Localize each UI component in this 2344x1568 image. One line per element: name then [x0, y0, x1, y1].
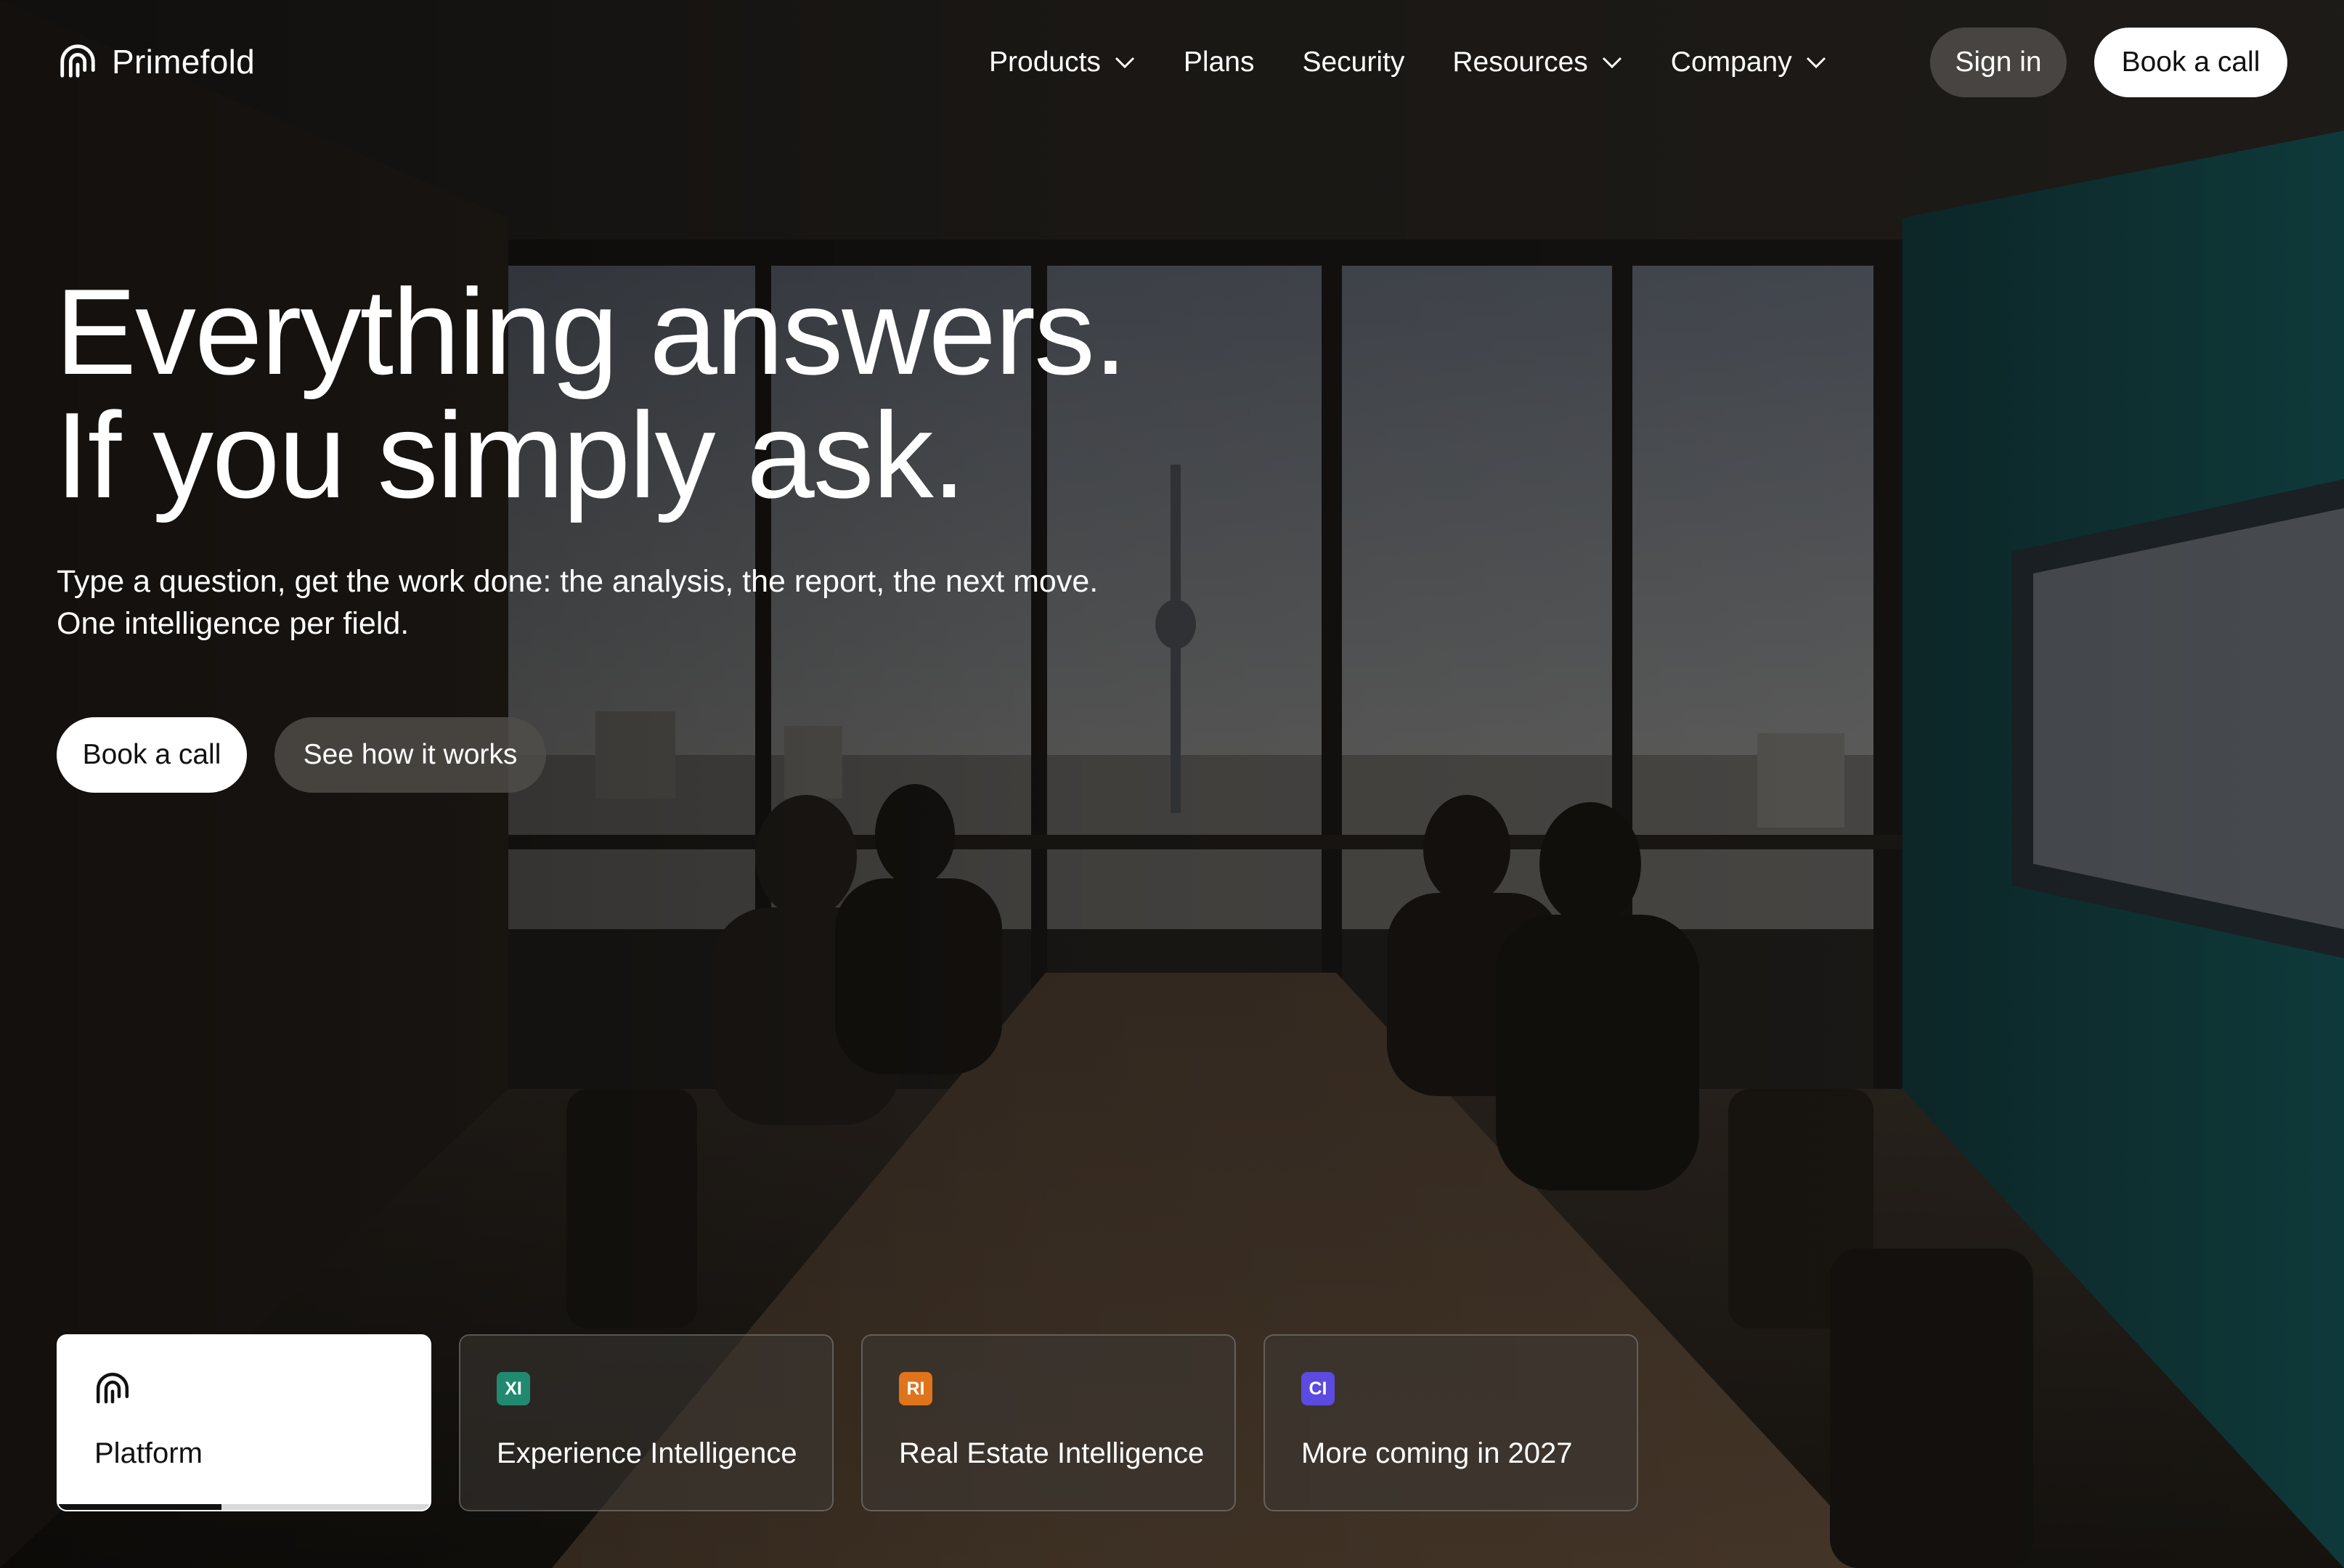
- brand-name: Primefold: [112, 43, 255, 81]
- chevron-down-icon: [1806, 57, 1826, 69]
- see-how-it-works-button[interactable]: See how it works: [274, 717, 546, 793]
- primefold-logo-icon: [96, 1373, 129, 1404]
- hero-subtitle: Type a question, get the work done: the …: [57, 560, 1098, 645]
- ri-badge-icon: RI: [899, 1372, 932, 1405]
- sign-in-button[interactable]: Sign in: [1930, 28, 2067, 97]
- card-label: Experience Intelligence: [497, 1437, 797, 1469]
- nav-links: Products Plans Security Resources Compan…: [989, 41, 1875, 84]
- nav-item-products[interactable]: Products: [989, 46, 1136, 78]
- card-experience-intelligence[interactable]: XI Experience Intelligence: [459, 1334, 834, 1511]
- ci-badge-icon: CI: [1301, 1372, 1335, 1405]
- hero-headline-line-1: Everything answers.: [55, 264, 1128, 400]
- chevron-down-icon: [1115, 57, 1134, 69]
- nav-item-company[interactable]: Company: [1671, 46, 1827, 78]
- hero-headline-line-2: If you simply ask.: [55, 387, 966, 523]
- hero-subtitle-line-1: Type a question, get the work done: the …: [57, 564, 1099, 599]
- top-navigation: Primefold Products Plans Security Resour…: [0, 0, 2344, 125]
- primefold-logo-icon: [60, 44, 95, 78]
- card-progress-bar: [58, 1504, 430, 1510]
- xi-badge-icon: XI: [497, 1372, 530, 1405]
- nav-book-call-button[interactable]: Book a call: [2094, 28, 2287, 97]
- card-platform[interactable]: Platform: [57, 1334, 431, 1511]
- nav-item-label: Products: [989, 46, 1101, 78]
- hero-book-call-button[interactable]: Book a call: [57, 717, 247, 793]
- hero-subtitle-line-2: One intelligence per field.: [57, 606, 410, 641]
- nav-item-label: Resources: [1452, 46, 1588, 78]
- card-real-estate-intelligence[interactable]: RI Real Estate Intelligence: [861, 1334, 1236, 1511]
- card-label: More coming in 2027: [1301, 1437, 1573, 1469]
- nav-item-plans[interactable]: Plans: [1184, 46, 1255, 78]
- card-progress-fill: [58, 1504, 222, 1510]
- card-label: Real Estate Intelligence: [899, 1437, 1205, 1469]
- product-cards: Platform XI Experience Intelligence RI R…: [57, 1334, 1638, 1511]
- nav-item-label: Company: [1670, 46, 1792, 78]
- nav-item-label: Plans: [1183, 46, 1255, 78]
- chevron-down-icon: [1602, 57, 1621, 69]
- nav-item-resources[interactable]: Resources: [1452, 46, 1622, 78]
- hero-headline: Everything answers. If you simply ask.: [55, 264, 1128, 523]
- card-more-coming[interactable]: CI More coming in 2027: [1263, 1334, 1638, 1511]
- nav-item-security[interactable]: Security: [1302, 46, 1404, 78]
- card-label: Platform: [94, 1437, 203, 1469]
- brand-logo[interactable]: Primefold: [57, 41, 255, 83]
- nav-item-label: Security: [1302, 46, 1405, 78]
